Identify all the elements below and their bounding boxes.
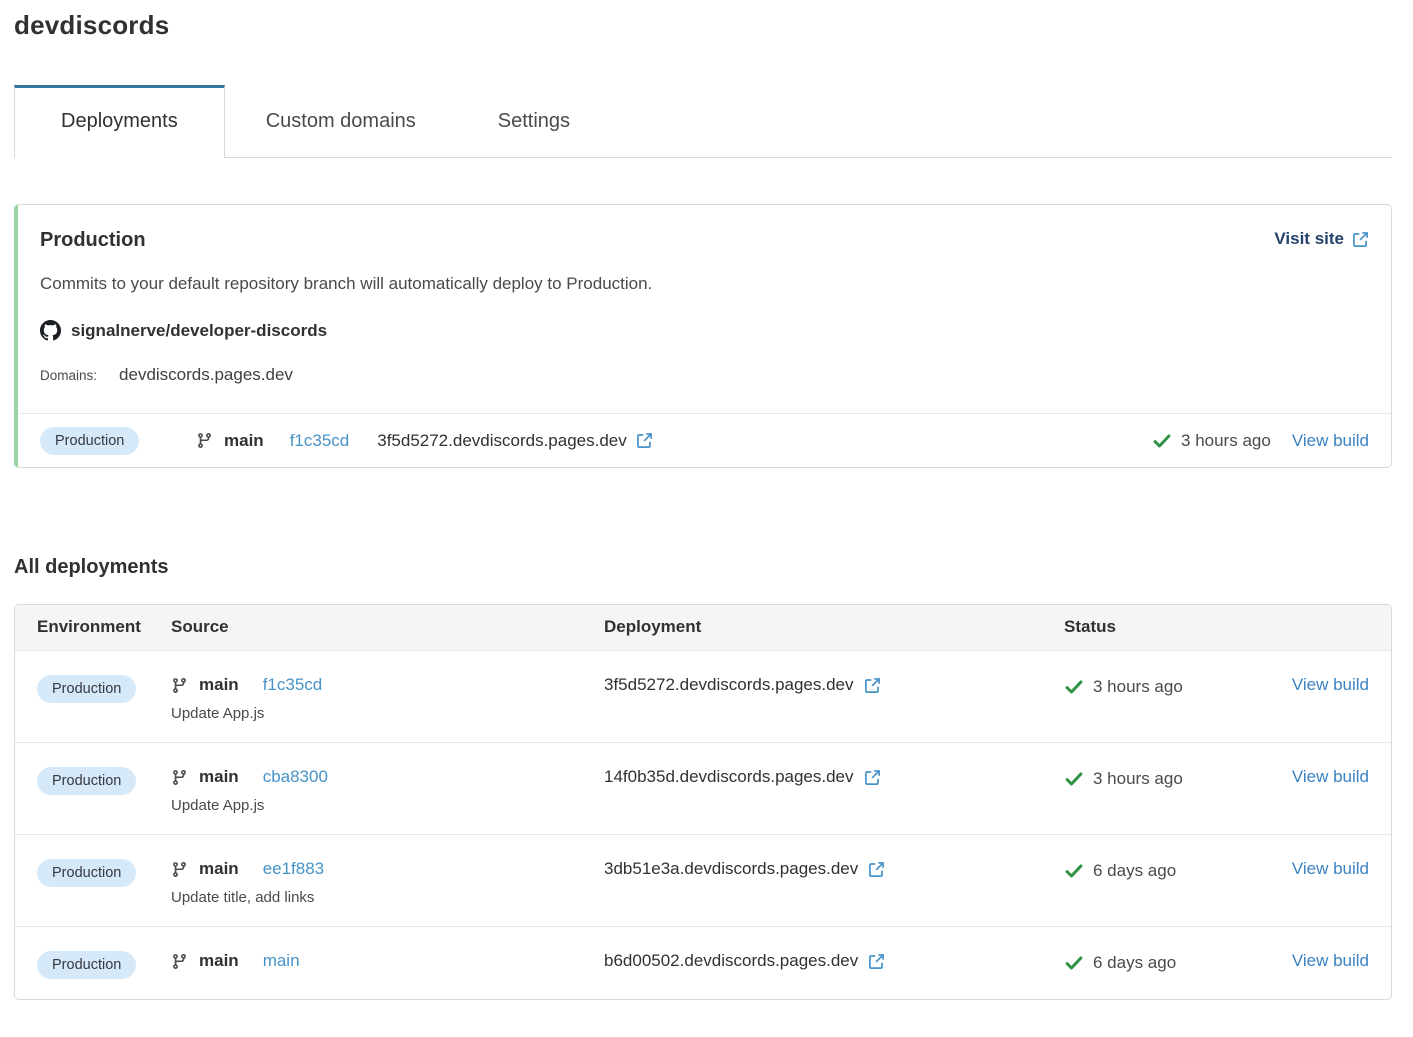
- production-deployment-row: Production main f1c35cd 3f5d5272.devdisc…: [18, 413, 1391, 467]
- git-branch-icon: [171, 677, 188, 694]
- tab-settings[interactable]: Settings: [457, 85, 611, 157]
- visit-site-link[interactable]: Visit site: [1274, 229, 1369, 249]
- view-build-link[interactable]: View build: [1292, 951, 1369, 970]
- table-row: Production main ee1f883 Update title, ad…: [15, 834, 1391, 926]
- column-header-source: Source: [171, 605, 604, 650]
- table-row: Production main cba8300 Update App.js 14…: [15, 742, 1391, 834]
- environment-badge: Production: [37, 675, 136, 703]
- view-build-link[interactable]: View build: [1292, 431, 1369, 451]
- deployment-url-link[interactable]: 3db51e3a.devdiscords.pages.dev: [604, 859, 885, 879]
- deployment-url: 3f5d5272.devdiscords.pages.dev: [377, 431, 627, 451]
- deploy-time: 6 days ago: [1093, 953, 1176, 973]
- branch-name: main: [199, 951, 239, 971]
- tab-bar: Deployments Custom domains Settings: [14, 85, 1392, 158]
- domains-label: Domains:: [40, 368, 97, 383]
- external-link-icon: [864, 677, 881, 694]
- deploy-time: 6 days ago: [1093, 861, 1176, 881]
- external-link-icon: [868, 861, 885, 878]
- table-header-row: Environment Source Deployment Status: [15, 605, 1391, 650]
- external-link-icon: [1352, 231, 1369, 248]
- environment-badge: Production: [40, 427, 139, 455]
- branch-name: main: [199, 859, 239, 879]
- repo-link[interactable]: signalnerve/developer-discords: [71, 321, 327, 341]
- deploy-time: 3 hours ago: [1093, 769, 1183, 789]
- deployment-url: 14f0b35d.devdiscords.pages.dev: [604, 767, 854, 787]
- commit-message: Update App.js: [171, 797, 604, 814]
- page-title: devdiscords: [14, 10, 1392, 41]
- branch-name: main: [224, 431, 264, 451]
- visit-site-label: Visit site: [1274, 229, 1344, 249]
- commit-link[interactable]: f1c35cd: [263, 675, 323, 695]
- table-row: Production main f1c35cd Update App.js 3f…: [15, 650, 1391, 742]
- commit-link[interactable]: main: [263, 951, 300, 971]
- branch-name: main: [199, 675, 239, 695]
- column-header-deployment: Deployment: [604, 605, 1064, 650]
- check-icon: [1152, 431, 1172, 451]
- tab-custom-domains[interactable]: Custom domains: [225, 85, 457, 157]
- deployment-url-link[interactable]: b6d00502.devdiscords.pages.dev: [604, 951, 885, 971]
- commit-link[interactable]: ee1f883: [263, 859, 324, 879]
- production-card: Production Visit site Commits to your de…: [14, 204, 1392, 468]
- production-description: Commits to your default repository branc…: [40, 274, 1369, 294]
- github-icon: [40, 320, 61, 341]
- external-link-icon: [636, 432, 653, 449]
- check-icon: [1064, 953, 1084, 973]
- check-icon: [1064, 861, 1084, 881]
- table-row: Production main main b6d00502.devdiscord…: [15, 926, 1391, 999]
- all-deployments-title: All deployments: [14, 556, 1392, 579]
- environment-badge: Production: [37, 859, 136, 887]
- branch-name: main: [199, 767, 239, 787]
- domains-value: devdiscords.pages.dev: [119, 365, 293, 385]
- view-build-link[interactable]: View build: [1292, 767, 1369, 786]
- git-branch-icon: [171, 953, 188, 970]
- external-link-icon: [868, 953, 885, 970]
- deployment-url: 3f5d5272.devdiscords.pages.dev: [604, 675, 854, 695]
- deployment-url: b6d00502.devdiscords.pages.dev: [604, 951, 858, 971]
- deployment-url: 3db51e3a.devdiscords.pages.dev: [604, 859, 858, 879]
- commit-message: Update title, add links: [171, 889, 604, 906]
- view-build-link[interactable]: View build: [1292, 675, 1369, 694]
- deployment-url-link[interactable]: 3f5d5272.devdiscords.pages.dev: [377, 431, 653, 451]
- environment-badge: Production: [37, 951, 136, 979]
- commit-link[interactable]: f1c35cd: [290, 431, 350, 451]
- column-header-status: Status: [1064, 605, 1284, 650]
- git-branch-icon: [171, 861, 188, 878]
- environment-badge: Production: [37, 767, 136, 795]
- deploy-time: 3 hours ago: [1093, 677, 1183, 697]
- tab-deployments[interactable]: Deployments: [14, 85, 225, 158]
- check-icon: [1064, 769, 1084, 789]
- deploy-time: 3 hours ago: [1181, 431, 1271, 451]
- deployments-table: Environment Source Deployment Status Pro…: [14, 604, 1392, 1000]
- deployment-url-link[interactable]: 14f0b35d.devdiscords.pages.dev: [604, 767, 881, 787]
- commit-link[interactable]: cba8300: [263, 767, 328, 787]
- deployment-url-link[interactable]: 3f5d5272.devdiscords.pages.dev: [604, 675, 881, 695]
- external-link-icon: [864, 769, 881, 786]
- commit-message: Update App.js: [171, 705, 604, 722]
- view-build-link[interactable]: View build: [1292, 859, 1369, 878]
- production-card-title: Production: [40, 229, 146, 252]
- check-icon: [1064, 677, 1084, 697]
- git-branch-icon: [196, 432, 213, 449]
- git-branch-icon: [171, 769, 188, 786]
- column-header-environment: Environment: [37, 605, 171, 650]
